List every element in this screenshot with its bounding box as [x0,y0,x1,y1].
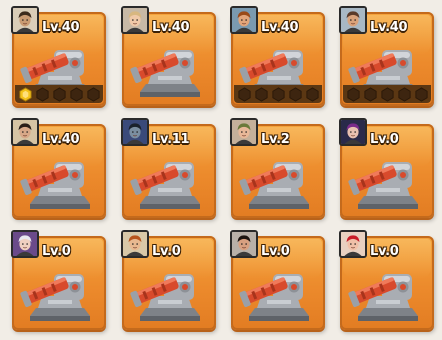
upgrade-slot-empty-icon [69,86,84,102]
level-label: Lv.11 [152,132,190,147]
turret-card[interactable]: Lv.0 [121,230,216,330]
hero-portrait-icon [11,230,39,258]
level-label: Lv.40 [261,20,299,35]
cannon-turret-icon [128,144,212,212]
cannon-turret-icon [346,144,430,212]
level-label: Lv.0 [42,244,71,259]
turret-card[interactable]: Lv.40 [339,6,434,106]
level-label: Lv.40 [370,20,408,35]
upgrade-slot-empty-icon [52,86,67,102]
upgrade-slot-empty-icon [305,86,320,102]
cannon-turret-icon [237,144,321,212]
hero-portrait-icon [121,6,149,34]
upgrade-slots [15,85,103,103]
turret-card[interactable]: Lv.40 [11,118,106,218]
hero-portrait-icon [230,6,258,34]
upgrade-slot-empty-icon [237,86,252,102]
cannon-turret-icon [18,144,102,212]
level-label: Lv.0 [152,244,181,259]
level-label: Lv.40 [42,132,80,147]
upgrade-slot-empty-icon [254,86,269,102]
hero-portrait-icon [339,230,367,258]
upgrade-slot-filled-icon [18,86,33,102]
upgrade-slot-empty-icon [86,86,101,102]
turret-card[interactable]: Lv.0 [230,230,325,330]
hero-portrait-icon [339,118,367,146]
turret-card[interactable]: Lv.0 [11,230,106,330]
upgrade-slot-empty-icon [414,86,429,102]
upgrade-slots [343,85,431,103]
hero-portrait-icon [230,118,258,146]
turret-card[interactable]: Lv.0 [339,230,434,330]
turret-card[interactable]: Lv.11 [121,118,216,218]
hero-portrait-icon [339,6,367,34]
cannon-turret-icon [237,256,321,324]
upgrade-slot-empty-icon [288,86,303,102]
turret-card[interactable]: Lv.0 [339,118,434,218]
level-label: Lv.0 [370,132,399,147]
cannon-turret-icon [128,256,212,324]
upgrade-slot-empty-icon [346,86,361,102]
level-label: Lv.0 [261,244,290,259]
level-label: Lv.2 [261,132,290,147]
hero-portrait-icon [11,118,39,146]
cannon-turret-icon [346,256,430,324]
upgrade-slot-empty-icon [271,86,286,102]
upgrade-slot-empty-icon [380,86,395,102]
turret-grid: Lv.40 Lv.40 Lv.40 Lv.40 Lv.40 Lv.11 Lv.2… [0,0,442,340]
level-label: Lv.0 [370,244,399,259]
upgrade-slot-empty-icon [397,86,412,102]
upgrade-slots [234,85,322,103]
turret-card[interactable]: Lv.40 [11,6,106,106]
level-label: Lv.40 [42,20,80,35]
hero-portrait-icon [230,230,258,258]
hero-portrait-icon [11,6,39,34]
upgrade-slot-empty-icon [35,86,50,102]
turret-card[interactable]: Lv.2 [230,118,325,218]
turret-card[interactable]: Lv.40 [230,6,325,106]
cannon-turret-icon [128,32,212,100]
level-label: Lv.40 [152,20,190,35]
cannon-turret-icon [18,256,102,324]
turret-card[interactable]: Lv.40 [121,6,216,106]
hero-portrait-icon [121,230,149,258]
upgrade-slot-empty-icon [363,86,378,102]
hero-portrait-icon [121,118,149,146]
